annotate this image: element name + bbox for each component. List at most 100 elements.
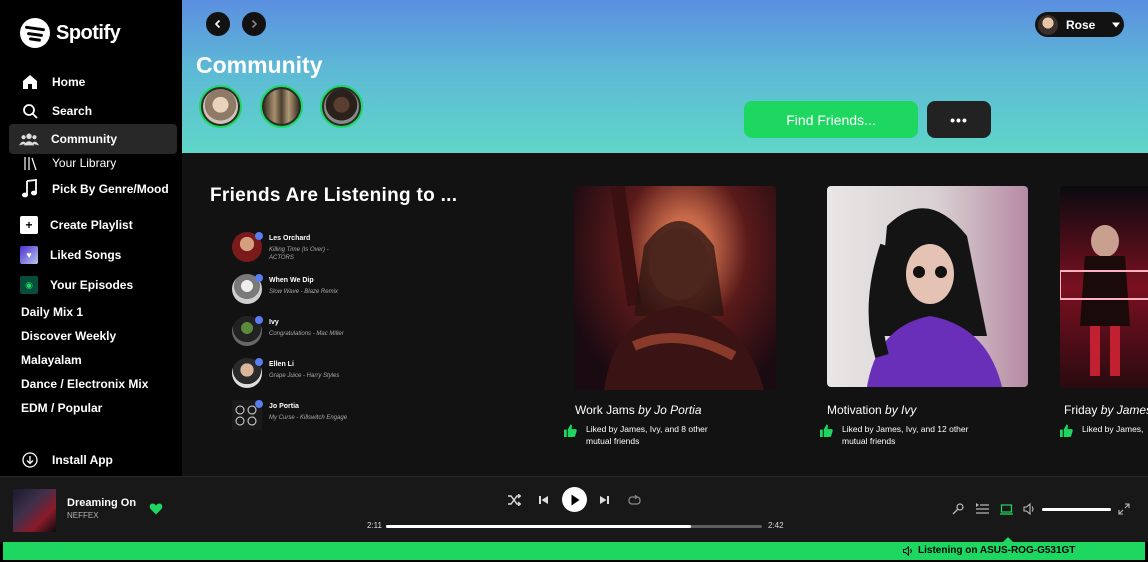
sidebar: Spotify Home Search Community Your Libra… — [0, 0, 182, 476]
friend-name: Jo Portia — [269, 403, 299, 410]
podcast-icon: ◉ — [20, 276, 38, 294]
community-icon — [19, 129, 39, 149]
playlist-cover[interactable] — [574, 186, 776, 390]
playlist-liked-by: Liked by James, Ivy, and 12 other mutual… — [820, 423, 990, 447]
playlist-name: Work Jams — [575, 403, 635, 417]
avatar — [1038, 14, 1058, 35]
device-status-bar[interactable]: Listening on ASUS-ROG-G531GT — [3, 537, 1145, 560]
expand-icon — [1118, 503, 1130, 515]
now-playing-artist[interactable]: NEFFEX — [67, 511, 99, 520]
install-app-label: Install App — [52, 453, 113, 467]
play-button[interactable] — [562, 487, 587, 512]
playlist-name: Motivation — [827, 403, 882, 417]
repeat-icon — [627, 494, 641, 505]
nav-community[interactable]: Community — [9, 124, 177, 154]
shuffle-icon — [508, 494, 521, 506]
playlist-title[interactable]: Motivation by Ivy — [827, 403, 916, 417]
laptop-icon — [999, 503, 1013, 515]
user-menu[interactable]: Rose — [1035, 12, 1124, 37]
playlist-liked-by: Liked by James, — [1060, 423, 1148, 437]
volume-slider[interactable] — [1042, 508, 1111, 511]
friend-activity-item[interactable]: Jo Portia My Curse - Killswitch Engage — [232, 400, 432, 434]
now-playing-title[interactable]: Dreaming On — [67, 497, 136, 509]
volume-button[interactable] — [1022, 502, 1036, 516]
volume-icon — [1022, 503, 1034, 515]
playlist-item[interactable]: Daily Mix 1 — [21, 305, 83, 319]
download-icon — [20, 450, 40, 470]
nav-home[interactable]: Home — [20, 71, 85, 93]
nav-genre-label: Pick By Genre/Mood — [52, 182, 169, 196]
friend-name: When We Dip — [269, 277, 314, 284]
friend-activity-item[interactable]: Les Orchard Killing Time (Is Over) - ACT… — [232, 232, 432, 266]
create-playlist-button[interactable]: + Create Playlist — [20, 214, 133, 236]
devices-button[interactable] — [999, 502, 1013, 516]
liked-songs-button[interactable]: ♥ Liked Songs — [20, 244, 121, 266]
playlist-liked-by: Liked by James, Ivy, and 8 other mutual … — [564, 423, 734, 447]
forward-button[interactable] — [242, 12, 266, 36]
thumbs-up-icon — [1060, 424, 1073, 437]
friend-song: My Curse - Killswitch Engage — [269, 415, 348, 421]
skip-forward-icon — [600, 496, 609, 504]
find-friends-button[interactable]: Find Friends... — [744, 101, 918, 138]
playlist-owner: by Jo Portia — [638, 403, 702, 417]
page-title: Community — [196, 52, 323, 78]
chevron-right-icon — [251, 19, 258, 29]
playlist-cover[interactable] — [827, 186, 1028, 387]
nav-search[interactable]: Search — [20, 100, 92, 122]
playlist-cover[interactable] — [1060, 186, 1148, 388]
nav-your-library[interactable]: Your Library — [20, 152, 116, 174]
thumbs-up-icon — [564, 424, 577, 437]
nav-community-label: Community — [51, 132, 117, 146]
install-app-button[interactable]: Install App — [20, 449, 113, 471]
skip-back-icon — [539, 496, 548, 504]
online-dot — [255, 358, 263, 366]
friend-activity-item[interactable]: Ellen Li Grape Juice - Harry Styles — [232, 358, 432, 392]
online-dot — [255, 232, 263, 240]
now-playing-cover[interactable] — [13, 489, 56, 532]
friend-activity-item[interactable]: Ivy Congratulations - Mac Miller — [232, 316, 432, 350]
playlist-owner: by James — [1100, 403, 1148, 417]
friend-avatar[interactable] — [320, 85, 363, 128]
nav-genre-mood[interactable]: Pick By Genre/Mood — [20, 178, 169, 200]
friend-song: Slow Wave - Blaze Remix — [269, 289, 338, 295]
your-episodes-label: Your Episodes — [50, 278, 134, 292]
speaker-icon — [903, 545, 912, 556]
friend-avatar[interactable] — [260, 85, 303, 128]
playlist-title[interactable]: Work Jams by Jo Portia — [575, 403, 702, 417]
search-icon — [20, 101, 40, 121]
friend-avatar[interactable] — [199, 85, 242, 128]
your-episodes-button[interactable]: ◉ Your Episodes — [20, 274, 133, 296]
playlist-item[interactable]: Dance / Electronix Mix — [21, 377, 148, 391]
heart-icon[interactable] — [149, 502, 163, 516]
spotify-logo-icon — [20, 18, 50, 48]
spotify-logo[interactable]: Spotify — [20, 18, 121, 48]
microphone-icon — [952, 503, 964, 515]
playlist-item[interactable]: EDM / Popular — [21, 401, 102, 415]
progress-fill — [386, 525, 691, 528]
playlist-title[interactable]: Friday by James — [1064, 403, 1148, 417]
progress-bar[interactable] — [386, 525, 762, 528]
liked-by-text: Liked by James, — [1082, 424, 1144, 434]
volume-fill — [1042, 508, 1111, 511]
more-options-button[interactable]: ••• — [927, 101, 991, 138]
friend-activity-item[interactable]: When We Dip Slow Wave - Blaze Remix — [232, 274, 432, 308]
thumbs-up-icon — [820, 424, 833, 437]
library-icon — [20, 153, 40, 173]
caret-down-icon — [1112, 22, 1121, 27]
back-button[interactable] — [206, 12, 230, 36]
fullscreen-button[interactable] — [1117, 502, 1131, 516]
home-icon — [20, 72, 40, 92]
repeat-button[interactable] — [626, 492, 642, 508]
nav-search-label: Search — [52, 104, 93, 118]
heart-icon: ♥ — [20, 246, 38, 264]
playlist-item[interactable]: Discover Weekly — [21, 329, 116, 343]
shuffle-button[interactable] — [506, 492, 522, 508]
lyrics-button[interactable] — [951, 502, 965, 516]
previous-button[interactable] — [536, 492, 552, 508]
device-label: Listening on ASUS-ROG-G531GT — [918, 545, 1076, 556]
next-button[interactable] — [596, 492, 612, 508]
playlist-item[interactable]: Malayalam — [21, 353, 82, 367]
queue-button[interactable] — [975, 502, 989, 516]
online-dot — [255, 274, 263, 282]
now-playing-bar: Dreaming On NEFFEX 2:11 2:42 — [0, 476, 1148, 542]
